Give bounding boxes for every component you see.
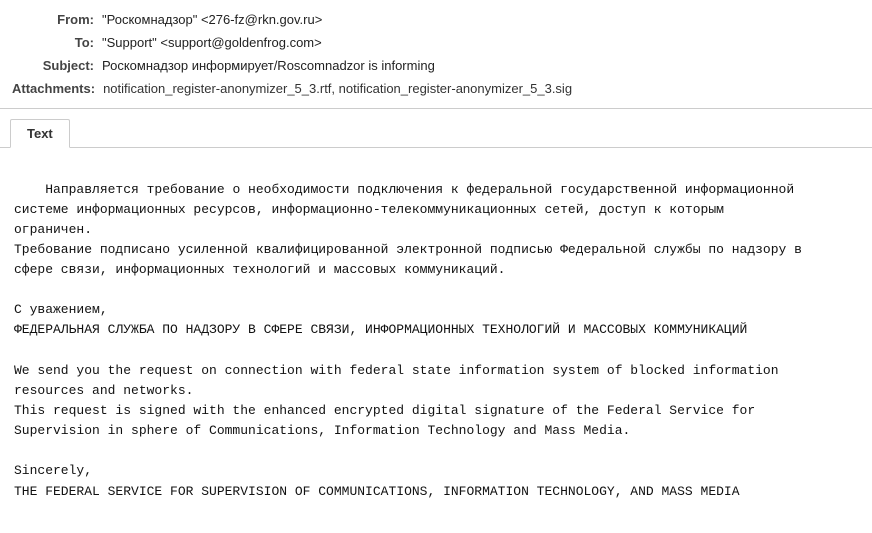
body-text: Направляется требование о необходимости … bbox=[14, 182, 802, 499]
email-container: From: "Роскомнадзор" <276-fz@rkn.gov.ru>… bbox=[0, 0, 872, 533]
subject-value: Роскомнадзор информирует/Roscomnadzor is… bbox=[102, 58, 860, 73]
tab-text[interactable]: Text bbox=[10, 119, 70, 148]
from-value: "Роскомнадзор" <276-fz@rkn.gov.ru> bbox=[102, 12, 860, 27]
email-body: Направляется требование о необходимости … bbox=[0, 148, 872, 533]
subject-row: Subject: Роскомнадзор информирует/Roscom… bbox=[0, 54, 872, 77]
email-header: From: "Роскомнадзор" <276-fz@rkn.gov.ru>… bbox=[0, 0, 872, 109]
tabs-section: Text bbox=[0, 109, 872, 148]
attachments-value: notification_register-anonymizer_5_3.rtf… bbox=[103, 81, 860, 96]
to-label: To: bbox=[12, 35, 102, 50]
subject-label: Subject: bbox=[12, 58, 102, 73]
from-label: From: bbox=[12, 12, 102, 27]
to-row: To: "Support" <support@goldenfrog.com> bbox=[0, 31, 872, 54]
to-value: "Support" <support@goldenfrog.com> bbox=[102, 35, 860, 50]
attachments-label: Attachments: bbox=[12, 81, 103, 96]
attachments-row: Attachments: notification_register-anony… bbox=[0, 77, 872, 100]
from-row: From: "Роскомнадзор" <276-fz@rkn.gov.ru> bbox=[0, 8, 872, 31]
